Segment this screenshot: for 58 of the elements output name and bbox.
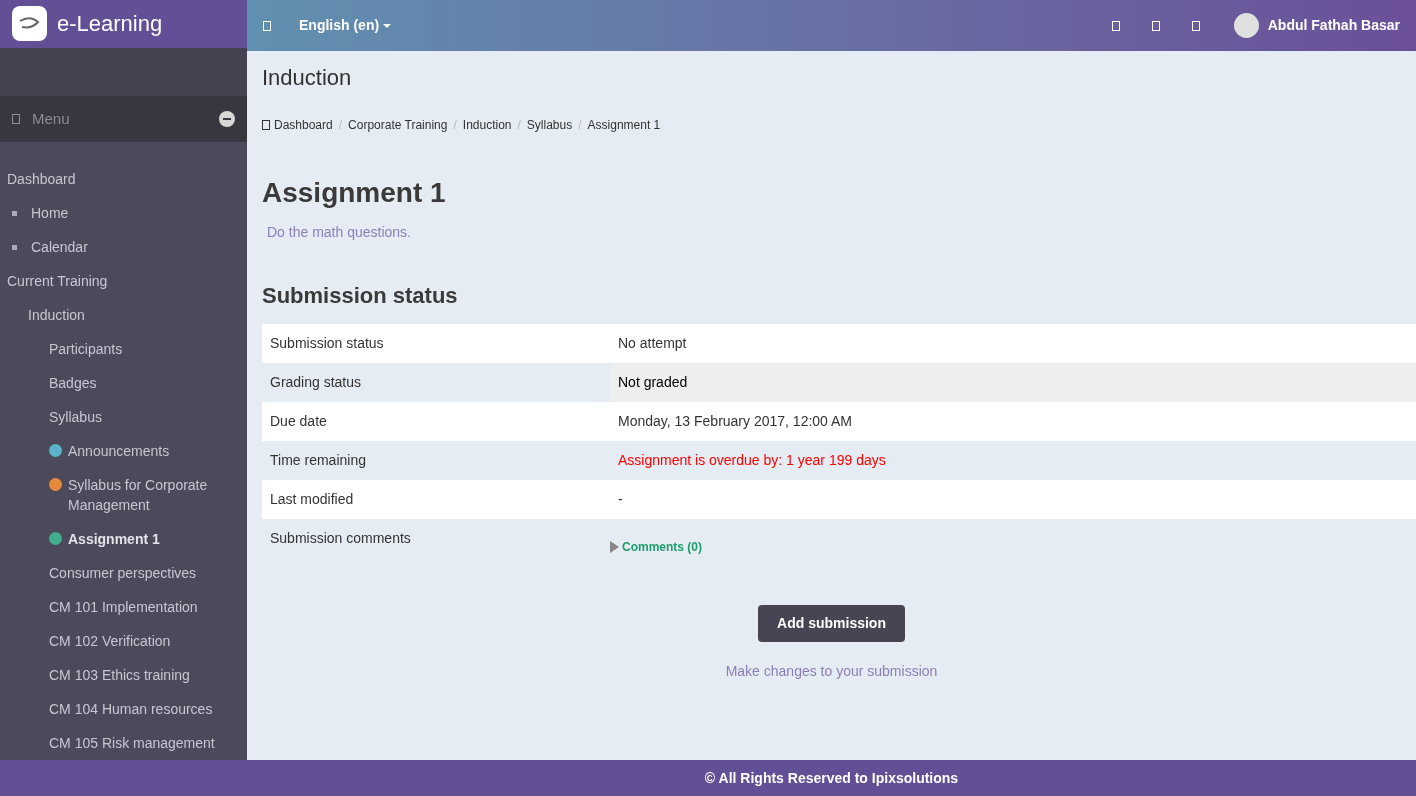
- user-name[interactable]: Abdul Fathah Basar: [1267, 15, 1400, 36]
- sidebar-item[interactable]: CM 101 Implementation: [49, 597, 198, 617]
- collapse-button[interactable]: [219, 110, 235, 127]
- breadcrumb-separator: /: [453, 117, 457, 134]
- sidebar-item[interactable]: CM 102 Verification: [49, 631, 171, 651]
- assignment-description: Do the math questions.: [267, 223, 412, 242]
- row-label: Submission status: [269, 334, 385, 353]
- assignment-icon: [49, 532, 62, 545]
- sidebar-item[interactable]: Current Training: [7, 271, 108, 291]
- row-label: Grading status: [269, 373, 363, 392]
- footer-text: © All Rights Reserved to Ipixsolutions: [703, 768, 960, 788]
- breadcrumb-link[interactable]: Syllabus: [526, 116, 573, 134]
- language-menu[interactable]: English (en): [299, 15, 392, 36]
- breadcrumb-link[interactable]: Induction: [462, 116, 512, 134]
- comments-link[interactable]: Comments (0): [622, 538, 702, 556]
- sidebar-item[interactable]: CM 104 Human resources: [49, 699, 213, 719]
- sidebar-item[interactable]: Dashboard: [7, 169, 76, 189]
- row-value: -: [617, 490, 624, 509]
- row-label: Last modified: [269, 490, 355, 509]
- breadcrumb-separator: /: [338, 117, 343, 134]
- sidebar-item[interactable]: CM 105 Risk management: [49, 733, 215, 753]
- sidebar-item[interactable]: Induction: [28, 305, 85, 325]
- row-value: Not graded: [610, 363, 1416, 402]
- breadcrumb-separator: /: [578, 117, 582, 134]
- row-value: No attempt: [617, 334, 688, 353]
- forum-icon: [49, 444, 62, 457]
- sidebar-item[interactable]: Badges: [49, 373, 97, 393]
- sidebar-item[interactable]: Calendar: [31, 237, 88, 257]
- row-label: Submission comments: [269, 529, 412, 548]
- bullet-icon: [12, 211, 17, 216]
- course-title: Induction: [262, 64, 353, 92]
- menu-label: Menu: [32, 108, 71, 129]
- sidebar-item[interactable]: Assignment 1: [68, 529, 160, 549]
- sidebar-item[interactable]: Announcements: [68, 441, 170, 461]
- row-value: Assignment is overdue by: 1 year 199 days: [617, 451, 887, 470]
- sidebar-item[interactable]: CM 103 Ethics training: [49, 665, 190, 685]
- resource-icon: [49, 478, 62, 491]
- breadcrumb-link[interactable]: Assignment 1: [587, 116, 661, 134]
- assignment-title: Assignment 1: [262, 176, 447, 210]
- section-title: Submission status: [262, 282, 459, 310]
- logo-icon: [12, 6, 47, 42]
- row-label: Due date: [269, 412, 328, 431]
- sidebar-item[interactable]: Participants: [49, 339, 123, 359]
- sidebar-item[interactable]: Syllabus: [49, 407, 102, 427]
- brand-name: e-Learning: [57, 10, 163, 39]
- sidebar-item[interactable]: Syllabus for Corporate Management: [68, 475, 239, 515]
- row-value: Monday, 13 February 2017, 12:00 AM: [617, 412, 853, 431]
- row-label: Time remaining: [269, 451, 367, 470]
- add-submission-button[interactable]: Add submission: [758, 605, 905, 642]
- triangle-icon: [610, 541, 619, 553]
- sidebar-item[interactable]: Consumer perspectives: [49, 563, 197, 583]
- breadcrumb-separator: /: [517, 117, 521, 134]
- avatar-icon[interactable]: [1233, 13, 1259, 38]
- bullet-icon: [12, 245, 17, 250]
- breadcrumb-link[interactable]: Corporate Training: [348, 116, 448, 134]
- sidebar-item[interactable]: Home: [31, 203, 69, 223]
- submission-hint: Make changes to your submission: [725, 662, 938, 681]
- breadcrumb-link[interactable]: Dashboard: [274, 116, 333, 134]
